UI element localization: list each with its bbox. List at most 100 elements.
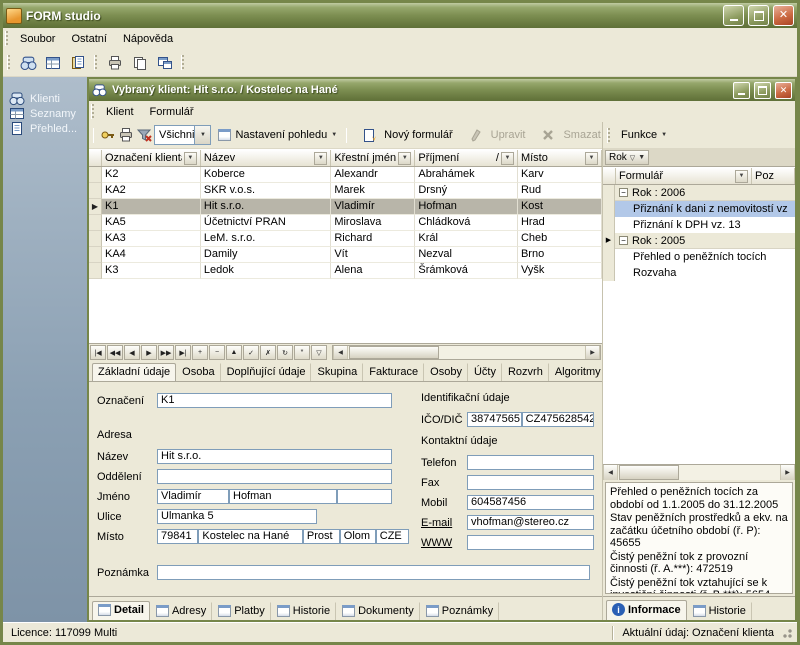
scroll-left-icon[interactable]: ◀ (603, 465, 618, 480)
forms-list-item[interactable]: Přehled o peněžních tocích (603, 249, 795, 265)
new-form-button[interactable]: Nový formulář (353, 122, 457, 148)
view-settings-button[interactable]: Nastavení pohledu ▼ (213, 127, 342, 143)
close-button[interactable]: ✕ (773, 5, 794, 26)
column-header[interactable]: Křestní jméno▼ (331, 150, 415, 166)
toolbar-grip[interactable] (346, 128, 347, 143)
mobil-field[interactable]: 604587456 (467, 495, 594, 510)
nav-button[interactable]: ▲ (226, 345, 242, 360)
toolbar-grip[interactable] (94, 55, 97, 70)
menu-item[interactable]: Ostatní (63, 31, 114, 47)
fax-field[interactable] (467, 475, 594, 490)
okres-field[interactable]: Prost (303, 529, 340, 544)
bottom-tab-6[interactable]: Poznámky (420, 602, 499, 620)
email-link-label[interactable]: E-mail (421, 517, 467, 529)
toolbar-grip[interactable] (607, 128, 610, 143)
menu-item[interactable]: Formulář (142, 104, 202, 120)
menu-item[interactable]: Klient (98, 104, 142, 120)
toolbar-grip[interactable] (93, 128, 94, 143)
psc-field[interactable]: 79841 (157, 529, 198, 544)
clear-filter-icon[interactable] (136, 124, 152, 146)
tab-5[interactable]: Fakturace (363, 363, 424, 381)
dic-field[interactable]: CZ475628542 (522, 412, 594, 427)
group-by-rok-chip[interactable]: Rok ▽ ▼ (605, 150, 649, 165)
column-filter-dropdown-icon[interactable]: ▼ (314, 152, 327, 165)
sidebar-item[interactable]: Klienti (3, 91, 87, 106)
scroll-right-icon[interactable]: ▶ (585, 346, 600, 359)
column-filter-dropdown-icon[interactable]: ▼ (501, 152, 514, 165)
misto-field[interactable]: Kostelec na Hané (198, 529, 303, 544)
toolbar-grip[interactable] (91, 104, 94, 119)
delete-button[interactable]: Smazat (532, 122, 605, 148)
column-header-formular[interactable]: Formulář ▼ (616, 168, 752, 184)
tab-8[interactable]: Rozvrh (502, 363, 549, 381)
scrollbar-thumb[interactable] (349, 346, 439, 359)
tab-2[interactable]: Osoba (176, 363, 220, 381)
column-filter-dropdown-icon[interactable]: ▼ (398, 152, 411, 165)
clients-icon[interactable] (17, 52, 39, 74)
ico-field[interactable]: 38747565 (467, 412, 522, 427)
minimize-button[interactable] (733, 82, 750, 99)
print-icon[interactable] (104, 52, 126, 74)
dropdown-icon[interactable]: ▼ (638, 154, 645, 161)
client-filter-combo[interactable]: Všichni ▼ (154, 125, 211, 145)
table-row[interactable]: K3LedokAlenaŠrámkováVyšk (89, 263, 602, 279)
reports-icon[interactable] (67, 52, 89, 74)
kraj-field[interactable]: Olom (340, 529, 376, 544)
nav-button[interactable]: + (192, 345, 208, 360)
table-row[interactable]: ▶K1Hit s.r.o.VladimírHofmanKost (89, 199, 602, 215)
bottom-tab-1[interactable]: Detail (92, 601, 150, 620)
maximize-button[interactable] (748, 5, 769, 26)
toolbar-grip[interactable] (181, 55, 184, 70)
forms-list-group[interactable]: −Rok : 2006 (603, 185, 795, 201)
column-header[interactable]: Označení klienta▼ (102, 150, 201, 166)
bottom-tab-2[interactable]: Adresy (150, 602, 212, 620)
tab-9[interactable]: Algoritmy (549, 363, 602, 381)
table-row[interactable]: KA5Účetnictví PRANMiroslavaChládkováHrad (89, 215, 602, 231)
scrollbar-thumb[interactable] (619, 465, 679, 480)
grid-horizontal-scrollbar[interactable]: ◀ ▶ (332, 345, 601, 360)
nav-button[interactable]: ✓ (243, 345, 259, 360)
dropdown-icon[interactable]: ▼ (194, 126, 210, 144)
www-field[interactable] (467, 535, 594, 550)
toolbar-grip[interactable] (7, 55, 10, 70)
nav-button[interactable]: ◀ (124, 345, 140, 360)
nav-button[interactable]: ◀◀ (107, 345, 123, 360)
titlebar[interactable]: FORM studio ✕ (3, 3, 797, 28)
column-filter-dropdown-icon[interactable]: ▼ (735, 170, 748, 183)
nav-button[interactable]: ▶| (175, 345, 191, 360)
collapse-icon[interactable]: − (619, 236, 628, 245)
ulice-field[interactable]: Ulmanka 5 (157, 509, 317, 524)
oznaceni-field[interactable]: K1 (157, 393, 392, 408)
poznamka-field[interactable] (157, 565, 590, 580)
tab-1[interactable]: Základní údaje (92, 363, 176, 382)
column-filter-dropdown-icon[interactable]: ▼ (585, 152, 598, 165)
print-icon[interactable] (118, 124, 134, 146)
nav-button[interactable]: − (209, 345, 225, 360)
key-icon[interactable] (100, 124, 116, 146)
nav-button[interactable]: ↻ (277, 345, 293, 360)
tab-4[interactable]: Skupina (311, 363, 363, 381)
titul-field[interactable] (337, 489, 392, 504)
stat-field[interactable]: CZE (376, 529, 409, 544)
nav-button[interactable]: * (294, 345, 310, 360)
forms-list-item[interactable]: Přiznání k dani z nemovitostí vz (603, 201, 795, 217)
edit-button[interactable]: Upravit (460, 122, 531, 148)
panel-tab-1[interactable]: iInformace (606, 600, 687, 620)
forms-list-group[interactable]: ▶−Rok : 2005 (603, 233, 795, 249)
column-header-poz[interactable]: Poz (752, 168, 795, 184)
nav-button[interactable]: ▶▶ (158, 345, 174, 360)
column-header[interactable]: Místo▼ (518, 150, 602, 166)
column-filter-dropdown-icon[interactable]: ▼ (184, 152, 197, 165)
nazev-field[interactable]: Hit s.r.o. (157, 449, 392, 464)
prijmeni-field[interactable]: Hofman (229, 489, 337, 504)
oddeleni-field[interactable] (157, 469, 392, 484)
nav-button[interactable]: ✗ (260, 345, 276, 360)
scroll-right-icon[interactable]: ▶ (780, 465, 795, 480)
sidebar-item[interactable]: Přehled... (3, 121, 87, 136)
forms-horizontal-scrollbar[interactable]: ◀ ▶ (603, 464, 795, 480)
maximize-button[interactable] (754, 82, 771, 99)
tab-3[interactable]: Doplňující údaje (221, 363, 312, 381)
table-row[interactable]: KA2SKR v.o.s.MarekDrsnýRud (89, 183, 602, 199)
telefon-field[interactable] (467, 455, 594, 470)
email-field[interactable]: vhofman@stereo.cz (467, 515, 594, 530)
